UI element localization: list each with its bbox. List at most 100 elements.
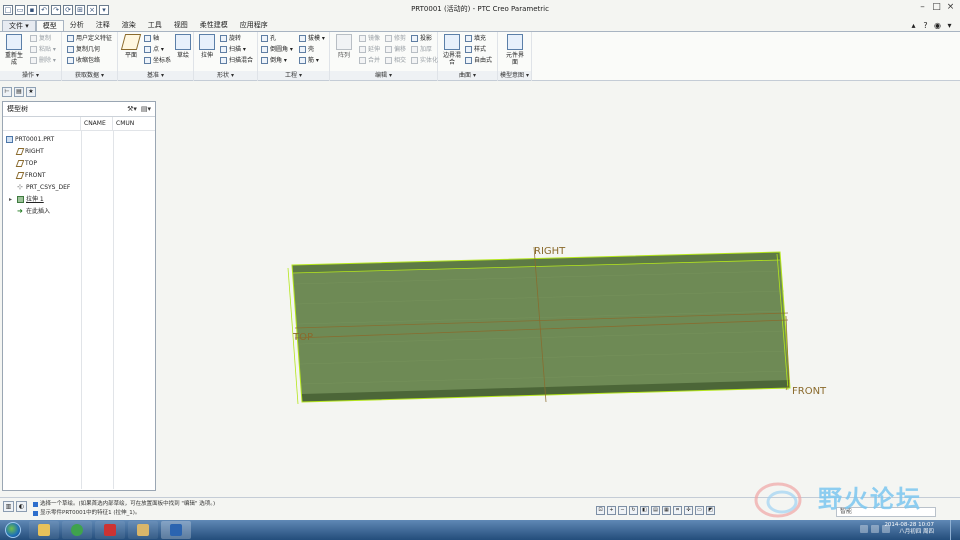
- column-name[interactable]: [3, 117, 81, 130]
- tree-show-icon[interactable]: ▤▾: [141, 105, 151, 113]
- sketch-button[interactable]: 草绘: [172, 34, 194, 59]
- minimize-ribbon-icon[interactable]: ▴: [909, 21, 918, 30]
- taskbar-creo[interactable]: [161, 521, 191, 539]
- tree-node-csys[interactable]: ⊹ PRT_CSYS_DEF: [17, 182, 70, 193]
- tab-view[interactable]: 视图: [168, 20, 194, 31]
- close-window-icon[interactable]: ×: [87, 4, 97, 15]
- customize-toolbar-icon[interactable]: ▾: [99, 4, 109, 15]
- show-desktop-button[interactable]: [950, 520, 960, 540]
- mirror-button[interactable]: 镜像: [359, 34, 380, 43]
- folder-browser-tab-icon[interactable]: ▤: [14, 87, 24, 97]
- delete-button[interactable]: 删除 ▾: [30, 56, 56, 65]
- tree-node-top[interactable]: TOP: [15, 158, 37, 169]
- tab-model[interactable]: 模型: [35, 20, 64, 31]
- datum-label-front[interactable]: FRONT: [792, 386, 827, 397]
- expand-arrow-icon[interactable]: ▸: [9, 194, 15, 205]
- save-icon[interactable]: ▪: [27, 4, 37, 15]
- datum-display-icon[interactable]: ⌗: [673, 506, 682, 515]
- options-icon[interactable]: ▾: [945, 21, 954, 30]
- copy-button[interactable]: 复制: [30, 34, 51, 43]
- thicken-button[interactable]: 加厚: [411, 45, 432, 54]
- group-label-model-intent[interactable]: 模型意图 ▾: [498, 71, 531, 80]
- repaint-icon[interactable]: ↻: [629, 506, 638, 515]
- annotation-display-icon[interactable]: ▭: [695, 506, 704, 515]
- favorites-tab-icon[interactable]: ★: [26, 87, 36, 97]
- tab-render[interactable]: 渲染: [116, 20, 142, 31]
- hole-button[interactable]: 孔: [261, 34, 276, 43]
- style-button[interactable]: 样式: [465, 45, 486, 54]
- view-manager-icon[interactable]: ▦: [662, 506, 671, 515]
- trim-button[interactable]: 修剪: [385, 34, 406, 43]
- freestyle-button[interactable]: 自由式: [465, 56, 492, 65]
- tree-settings-icon[interactable]: ⚒▾: [127, 105, 137, 113]
- start-button[interactable]: [0, 520, 26, 540]
- new-file-icon[interactable]: □: [3, 4, 13, 15]
- perspective-icon[interactable]: ◩: [706, 506, 715, 515]
- boundary-blend-button[interactable]: 边界混合: [441, 34, 463, 66]
- zoom-out-icon[interactable]: −: [618, 506, 627, 515]
- regenerate-icon[interactable]: ⟳: [63, 4, 73, 15]
- taskbar-browser[interactable]: [62, 521, 92, 539]
- tab-flexible-modeling[interactable]: 柔性建模: [194, 20, 234, 31]
- clock[interactable]: 2014-08-28 10:07 八月初四 周四: [884, 522, 934, 536]
- display-style-icon[interactable]: ◧: [640, 506, 649, 515]
- selection-filter[interactable]: 智能: [836, 507, 936, 517]
- intersect-button[interactable]: 相交: [385, 56, 406, 65]
- paste-button[interactable]: 粘贴 ▾: [30, 45, 56, 54]
- shrinkwrap-button[interactable]: 收缩包络: [67, 56, 100, 65]
- tab-annotate[interactable]: 注释: [90, 20, 116, 31]
- sweep-button[interactable]: 扫描 ▾: [220, 45, 246, 54]
- taskbar-photo[interactable]: [128, 521, 158, 539]
- tree-node-part[interactable]: PRT0001.PRT: [6, 134, 54, 145]
- merge-button[interactable]: 合并: [359, 56, 380, 65]
- round-button[interactable]: 倒圆角 ▾: [261, 45, 293, 54]
- project-button[interactable]: 投影: [411, 34, 432, 43]
- group-label-engineering[interactable]: 工程 ▾: [258, 71, 329, 80]
- refit-icon[interactable]: ⊡: [596, 506, 605, 515]
- open-file-icon[interactable]: ▭: [15, 4, 25, 15]
- pattern-button[interactable]: 阵列: [333, 34, 355, 59]
- point-button[interactable]: 点 ▾: [144, 45, 164, 54]
- tray-volume-icon[interactable]: [871, 525, 879, 533]
- help-icon[interactable]: ?: [921, 21, 930, 30]
- extrude-button[interactable]: 拉伸: [196, 34, 218, 59]
- plane-button[interactable]: 平面: [120, 34, 142, 59]
- revolve-button[interactable]: 旋转: [220, 34, 241, 43]
- copy-geometry-button[interactable]: 复制几何: [67, 45, 100, 54]
- tab-analysis[interactable]: 分析: [64, 20, 90, 31]
- group-label-surfaces[interactable]: 曲面 ▾: [438, 71, 497, 80]
- datum-label-right[interactable]: RIGHT: [534, 246, 566, 257]
- offset-button[interactable]: 偏移: [385, 45, 406, 54]
- rib-button[interactable]: 筋 ▾: [299, 56, 319, 65]
- taskbar-acrobat[interactable]: [95, 521, 125, 539]
- tree-node-right[interactable]: RIGHT: [15, 146, 44, 157]
- redo-icon[interactable]: ↷: [51, 4, 61, 15]
- tree-node-front[interactable]: FRONT: [15, 170, 46, 181]
- undo-icon[interactable]: ↶: [39, 4, 49, 15]
- draft-button[interactable]: 拔模 ▾: [299, 34, 325, 43]
- graphics-window[interactable]: RIGHT TOP FRONT: [160, 84, 960, 496]
- group-label-operations[interactable]: 操作 ▾: [0, 71, 61, 80]
- spin-center-icon[interactable]: ✣: [684, 506, 693, 515]
- model-tree-tab-icon[interactable]: ⊢: [2, 87, 12, 97]
- shell-button[interactable]: 壳: [299, 45, 314, 54]
- regenerate-button[interactable]: 重新生成: [3, 34, 25, 66]
- windows-icon[interactable]: ⊞: [75, 4, 85, 15]
- column-cmun[interactable]: CMUN: [113, 117, 155, 130]
- taskbar-explorer[interactable]: [29, 521, 59, 539]
- maximize-icon[interactable]: □: [930, 2, 943, 14]
- tab-tools[interactable]: 工具: [142, 20, 168, 31]
- axis-button[interactable]: 轴: [144, 34, 159, 43]
- toggle-navigator-icon[interactable]: ▥: [3, 501, 14, 512]
- close-icon[interactable]: ×: [944, 2, 957, 14]
- group-label-datum[interactable]: 基准 ▾: [118, 71, 193, 80]
- component-interface-button[interactable]: 元件界面: [504, 34, 526, 66]
- toggle-browser-icon[interactable]: ◐: [16, 501, 27, 512]
- column-cname[interactable]: CNAME: [81, 117, 113, 130]
- tree-node-insert-here[interactable]: ➜ 在此插入: [17, 206, 50, 217]
- zoom-in-icon[interactable]: +: [607, 506, 616, 515]
- csys-button[interactable]: 坐标系: [144, 56, 171, 65]
- tray-network-icon[interactable]: [860, 525, 868, 533]
- group-label-editing[interactable]: 编辑 ▾: [330, 71, 437, 80]
- tab-applications[interactable]: 应用程序: [234, 20, 274, 31]
